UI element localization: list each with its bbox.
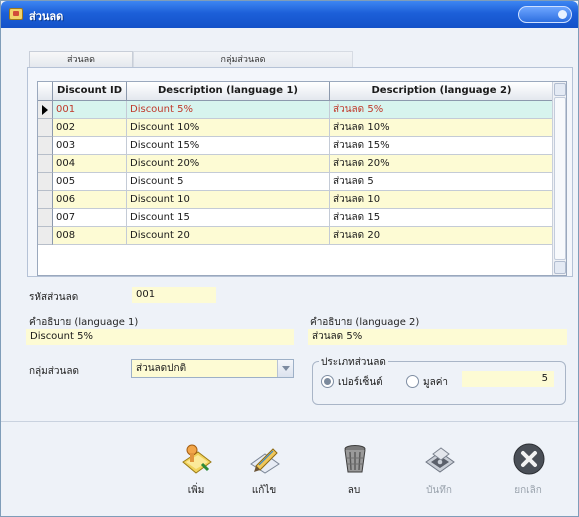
description-1-cell: Discount 10 (127, 191, 330, 209)
table-row[interactable]: 001 Discount 5% ส่วนลด 5% (53, 101, 554, 119)
discount-group-label: กลุ่มส่วนลด (29, 366, 79, 377)
discount-code-field[interactable]: 001 (132, 287, 216, 303)
row-selector[interactable] (38, 209, 53, 227)
row-selector[interactable] (38, 119, 53, 137)
trash-icon (344, 445, 366, 473)
description-1-label: คำอธิบาย (language 1) (29, 317, 139, 328)
tab-discount[interactable]: ส่วนลด (29, 51, 133, 67)
grid-header: Discount ID Description (language 1) Des… (38, 82, 554, 101)
description-2-cell: ส่วนลด 5% (330, 101, 554, 119)
description-2-cell: ส่วนลด 5 (330, 173, 554, 191)
discount-id-cell: 001 (53, 101, 127, 119)
table-row[interactable]: 007 Discount 15 ส่วนลด 15 (53, 209, 554, 227)
row-selector[interactable] (38, 227, 53, 245)
table-row[interactable]: 002 Discount 10% ส่วนลด 10% (53, 119, 554, 137)
add-button[interactable]: เพิ่ม (166, 442, 226, 512)
title-bar: ส่วนลด (1, 1, 578, 28)
amount-radio[interactable] (406, 375, 419, 388)
discount-type-label: ประเภทส่วนลด (319, 355, 388, 370)
discount-code-label: รหัสส่วนลด (29, 292, 79, 303)
column-header-discount-id[interactable]: Discount ID (53, 82, 127, 101)
description-2-label: คำอธิบาย (language 2) (310, 317, 420, 328)
scroll-up-button[interactable] (554, 83, 566, 96)
amount-field[interactable]: 5 (462, 371, 554, 387)
save-button[interactable]: บันทึก (409, 442, 469, 512)
description-2-field[interactable]: ส่วนลด 5% (308, 329, 567, 345)
description-2-cell: ส่วนลด 15 (330, 209, 554, 227)
toolbar-divider (1, 421, 578, 422)
discount-id-cell: 002 (53, 119, 127, 137)
percent-radio-label[interactable]: เปอร์เซ็นต์ (338, 375, 383, 390)
description-1-cell: Discount 10% (127, 119, 330, 137)
description-1-cell: Discount 20% (127, 155, 330, 173)
row-selector[interactable] (38, 191, 53, 209)
discount-id-cell: 004 (53, 155, 127, 173)
column-header-description-1[interactable]: Description (language 1) (127, 82, 330, 101)
description-1-cell: Discount 15% (127, 137, 330, 155)
table-row[interactable]: 005 Discount 5 ส่วนลด 5 (53, 173, 554, 191)
add-icon (182, 444, 212, 474)
description-2-cell: ส่วนลด 20 (330, 227, 554, 245)
row-selector[interactable] (38, 101, 53, 119)
cancel-button-label: ยกเลิก (514, 485, 542, 496)
description-2-cell: ส่วนลด 20% (330, 155, 554, 173)
description-1-field[interactable]: Discount 5% (26, 329, 294, 345)
window-title: ส่วนลด (29, 10, 64, 23)
scroll-thumb[interactable] (554, 97, 566, 260)
tab-discount-group[interactable]: กลุ่มส่วนลด (133, 51, 353, 67)
discount-window: ส่วนลด ส่วนลด กลุ่มส่วนลด Discount ID De… (0, 0, 579, 517)
save-button-label: บันทึก (426, 485, 452, 496)
discount-type-group: ประเภทส่วนลด เปอร์เซ็นต์ มูลค่า 5 (312, 355, 566, 405)
description-1-cell: Discount 5 (127, 173, 330, 191)
discount-group-select[interactable]: ส่วนลดปกติ (131, 359, 294, 378)
description-2-cell: ส่วนลด 15% (330, 137, 554, 155)
discount-grid[interactable]: Discount ID Description (language 1) Des… (37, 81, 567, 276)
edit-button-label: แก้ไข (251, 485, 277, 496)
delete-button[interactable]: ลบ (324, 442, 384, 512)
discount-id-cell: 005 (53, 173, 127, 191)
current-row-arrow-icon (42, 105, 48, 115)
description-2-cell: ส่วนลด 10% (330, 119, 554, 137)
discount-group-value: ส่วนลดปกติ (136, 363, 187, 374)
discount-id-cell: 007 (53, 209, 127, 227)
percent-radio[interactable] (321, 375, 334, 388)
discount-id-cell: 006 (53, 191, 127, 209)
row-selector-header (38, 82, 53, 101)
edit-button[interactable]: แก้ไข (234, 442, 294, 512)
discount-id-cell: 008 (53, 227, 127, 245)
description-1-cell: Discount 5% (127, 101, 330, 119)
scroll-down-button[interactable] (554, 261, 566, 274)
add-button-label: เพิ่ม (187, 485, 205, 496)
description-1-cell: Discount 15 (127, 209, 330, 227)
save-icon (425, 447, 455, 473)
close-icon (513, 443, 545, 475)
table-row[interactable]: 008 Discount 20 ส่วนลด 20 (53, 227, 554, 245)
delete-button-label: ลบ (347, 485, 361, 496)
grid-vertical-scrollbar[interactable] (552, 82, 566, 275)
edit-icon (250, 448, 280, 474)
app-icon (9, 8, 23, 20)
amount-radio-label[interactable]: มูลค่า (423, 375, 448, 390)
table-row[interactable]: 004 Discount 20% ส่วนลด 20% (53, 155, 554, 173)
column-header-description-2[interactable]: Description (language 2) (330, 82, 554, 101)
table-row[interactable]: 003 Discount 15% ส่วนลด 15% (53, 137, 554, 155)
table-row[interactable]: 006 Discount 10 ส่วนลด 10 (53, 191, 554, 209)
row-selector[interactable] (38, 137, 53, 155)
close-window-button[interactable] (518, 6, 572, 23)
chevron-down-icon[interactable] (277, 360, 293, 377)
row-selector[interactable] (38, 155, 53, 173)
cancel-button[interactable]: ยกเลิก (498, 442, 558, 512)
description-1-cell: Discount 20 (127, 227, 330, 245)
description-2-cell: ส่วนลด 10 (330, 191, 554, 209)
row-selector[interactable] (38, 173, 53, 191)
discount-id-cell: 003 (53, 137, 127, 155)
